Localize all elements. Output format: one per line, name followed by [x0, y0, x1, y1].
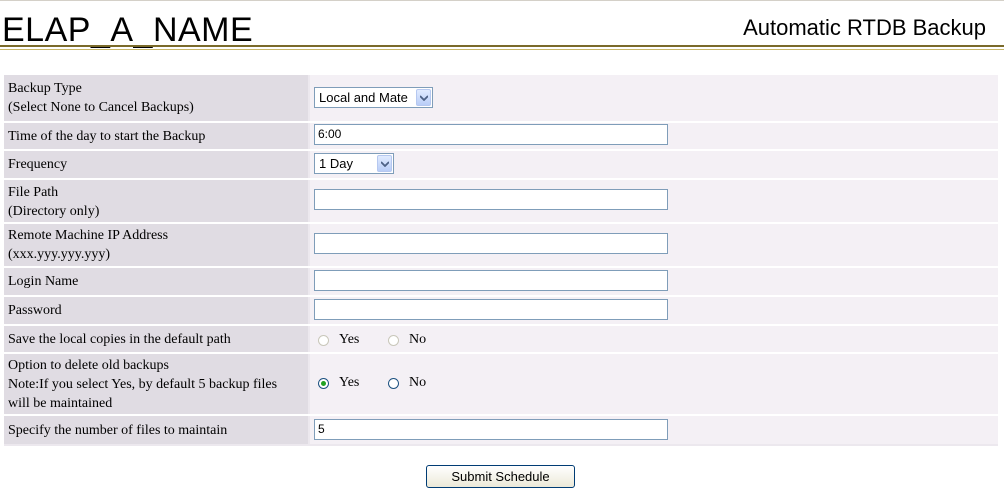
row-frequency: Frequency 1 Day [4, 151, 998, 178]
delete-old-yes-label: Yes [339, 375, 360, 390]
file-path-input[interactable] [314, 189, 668, 210]
radio-circle-icon[interactable] [388, 334, 399, 346]
password-input[interactable] [314, 299, 668, 320]
start-time-cell: 6:00 [310, 123, 998, 149]
header-rule [0, 45, 1004, 47]
remote-ip-cell [310, 224, 998, 266]
delete-old-yes-radio[interactable]: Yes [318, 375, 359, 391]
delete-old-no-label: No [409, 375, 427, 390]
page-title: Automatic RTDB Backup [743, 15, 986, 40]
row-remote-ip: Remote Machine IP Address (xxx.yyy.yyy.y… [4, 224, 998, 266]
radio-checked-icon[interactable] [318, 377, 329, 389]
delete-old-no-radio[interactable]: No [388, 375, 426, 391]
file-path-label-line1: File Path [8, 185, 59, 200]
row-file-path: File Path (Directory only) [4, 180, 998, 222]
page-header: ELAP_A_NAME Automatic RTDB Backup [0, 2, 1004, 49]
login-name-label: Login Name [4, 268, 308, 295]
submit-schedule-button[interactable]: Submit Schedule [426, 465, 575, 488]
row-backup-type: Backup Type (Select None to Cancel Backu… [4, 75, 998, 121]
password-label: Password [4, 297, 308, 324]
remote-ip-label-line2: (xxx.yyy.yyy.yyy) [8, 247, 111, 262]
backup-type-select[interactable]: Local and Mate [314, 87, 433, 108]
num-files-input[interactable]: 5 [314, 419, 668, 440]
frequency-select[interactable]: 1 Day [314, 153, 394, 174]
save-local-no-radio[interactable]: No [388, 332, 426, 348]
top-border [0, 0, 1004, 1]
backup-type-label-line2: (Select None to Cancel Backups) [8, 100, 194, 115]
delete-old-cell: Yes No [310, 354, 998, 414]
num-files-cell: 5 [310, 416, 998, 444]
row-password: Password [4, 297, 998, 324]
login-name-input[interactable] [314, 270, 668, 291]
frequency-label: Frequency [4, 151, 308, 178]
header-rule-secondary [0, 49, 1004, 50]
file-path-label-line2: (Directory only) [8, 204, 100, 219]
start-time-label: Time of the day to start the Backup [4, 123, 308, 149]
row-delete-old: Option to delete old backups Note:If you… [4, 354, 998, 414]
save-local-label: Save the local copies in the default pat… [4, 326, 308, 352]
password-cell [310, 297, 998, 324]
save-local-yes-label: Yes [339, 332, 360, 347]
chevron-down-icon[interactable] [416, 89, 431, 106]
delete-old-label-line1: Option to delete old backups [8, 358, 169, 373]
row-start-time: Time of the day to start the Backup 6:00 [4, 123, 998, 149]
delete-old-label: Option to delete old backups Note:If you… [4, 354, 308, 414]
save-local-cell: Yes No [310, 326, 998, 352]
row-num-files: Specify the number of files to maintain … [4, 416, 998, 444]
backup-schedule-form: Backup Type (Select None to Cancel Backu… [4, 75, 998, 446]
save-local-yes-radio[interactable]: Yes [318, 332, 359, 348]
backup-type-label: Backup Type (Select None to Cancel Backu… [4, 75, 308, 121]
backup-type-selected: Local and Mate [319, 90, 408, 105]
delete-old-label-line2: Note:If you select Yes, by default 5 bac… [8, 377, 278, 392]
radio-circle-icon[interactable] [388, 377, 399, 389]
frequency-selected: 1 Day [319, 156, 353, 171]
row-save-local: Save the local copies in the default pat… [4, 326, 998, 352]
frequency-cell: 1 Day [310, 151, 998, 178]
delete-old-label-line3: will be maintained [8, 396, 113, 411]
num-files-label: Specify the number of files to maintain [4, 416, 308, 444]
file-path-label: File Path (Directory only) [4, 180, 308, 222]
app-name: ELAP_A_NAME [2, 11, 254, 49]
chevron-down-icon[interactable] [377, 155, 392, 172]
radio-circle-icon[interactable] [318, 334, 329, 346]
row-login-name: Login Name [4, 268, 998, 295]
start-time-input[interactable]: 6:00 [314, 124, 668, 145]
backup-type-cell: Local and Mate [310, 75, 998, 121]
remote-ip-label-line1: Remote Machine IP Address [8, 228, 169, 243]
save-local-no-label: No [409, 332, 427, 347]
backup-type-label-line1: Backup Type [8, 81, 82, 96]
remote-ip-label: Remote Machine IP Address (xxx.yyy.yyy.y… [4, 224, 308, 266]
file-path-cell [310, 180, 998, 222]
login-name-cell [310, 268, 998, 295]
remote-ip-input[interactable] [314, 233, 668, 254]
